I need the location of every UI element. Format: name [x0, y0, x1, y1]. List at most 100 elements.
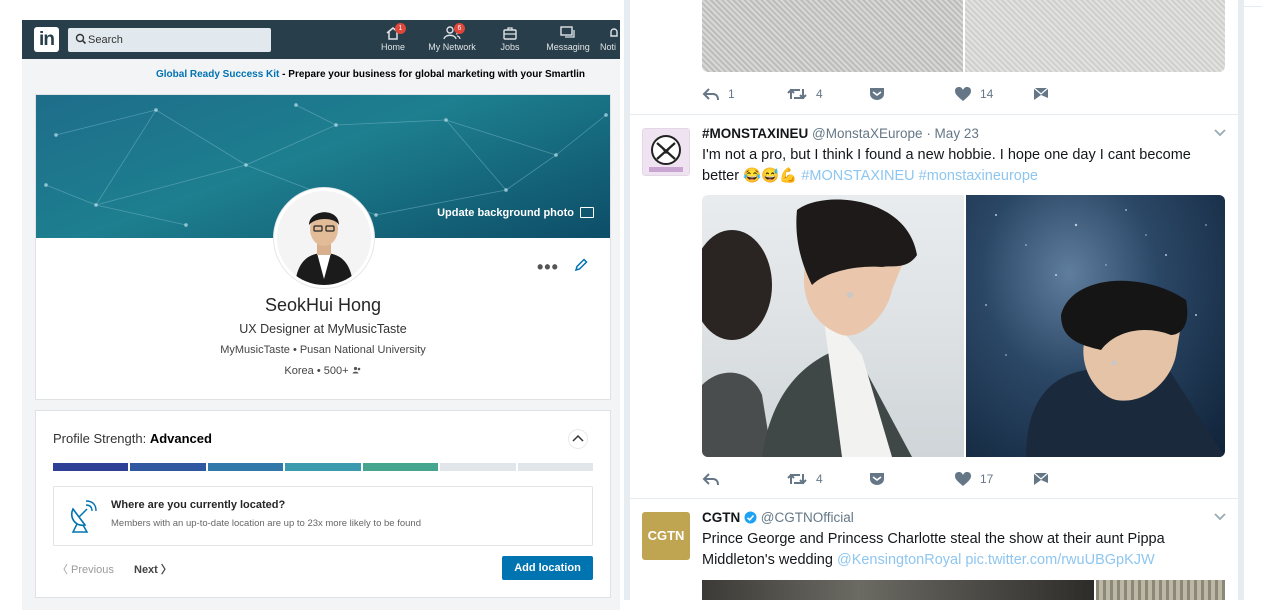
reply-button[interactable] [702, 469, 720, 489]
avatar[interactable] [274, 188, 374, 288]
network-badge: 6 [454, 23, 465, 34]
location-question: Where are you currently located? [111, 499, 286, 511]
tweet-hashtags[interactable]: #MONSTAXINEU #monstaxineurope [801, 168, 1038, 184]
tweet-handle[interactable]: @CGTNOfficial [761, 510, 854, 525]
avatar[interactable]: CGTN [642, 512, 690, 560]
briefcase-icon [503, 27, 517, 40]
strength-segment-filled [130, 463, 206, 471]
media-image [1096, 580, 1225, 600]
location-prompt: Where are you currently located? Members… [53, 486, 593, 546]
reply-icon [702, 88, 719, 101]
tweet-actions: 4 17 [702, 469, 1122, 489]
profile-strength-meter [53, 463, 593, 471]
profile-strength-label: Profile Strength: [53, 431, 150, 446]
retweet-icon [787, 473, 807, 485]
next-button[interactable]: Next 〉 [134, 561, 172, 577]
search-box[interactable] [68, 28, 271, 52]
strength-segment-filled [362, 463, 439, 471]
profile-education: MyMusicTaste • Pusan National University [220, 344, 426, 356]
search-icon [75, 33, 87, 45]
nav-network-label: My Network [428, 42, 476, 52]
like-button[interactable]: 14 [954, 84, 993, 104]
direct-message-button[interactable] [1032, 469, 1050, 489]
retweet-button[interactable]: 4 [786, 469, 823, 489]
tweet-text: Prince George and Princess Charlotte ste… [702, 529, 1212, 570]
retweet-button[interactable]: 4 [786, 84, 823, 104]
profile-location: Korea • 500+ [36, 365, 610, 377]
nav-notifications[interactable]: Noti [600, 23, 620, 57]
strength-segment-empty [440, 463, 516, 471]
location-question-sub: Members with an up-to-date location are … [111, 518, 421, 529]
portrait-photo [702, 199, 917, 457]
nav-home[interactable]: 1 Home [374, 23, 412, 57]
search-input[interactable] [88, 31, 264, 49]
like-count: 14 [980, 87, 994, 101]
heart-icon [955, 87, 971, 101]
nav-jobs[interactable]: Jobs [494, 23, 526, 57]
strength-segment-filled [53, 463, 129, 471]
tweet-header: #MONSTAXINEU @MonstaXEurope · May 23 [702, 126, 979, 141]
media-photo-right [966, 195, 1225, 457]
previous-button[interactable]: 〈 Previous [57, 561, 114, 577]
chevron-down-icon[interactable] [1213, 512, 1227, 522]
screenshot-collage: in 1 Home 6 My Network Jobs Messag [0, 0, 1262, 616]
profile-strength-card: Profile Strength: Advanced Where are you… [35, 410, 611, 598]
retweet-count: 4 [816, 87, 823, 101]
like-count: 17 [980, 472, 994, 486]
nav-messaging[interactable]: Messaging [544, 23, 592, 57]
tweet-author-name[interactable]: CGTN [702, 510, 740, 525]
notifications-icon [610, 28, 618, 37]
nav-messaging-label: Messaging [546, 42, 590, 52]
promo-banner: Global Ready Success Kit - Prepare your … [22, 69, 620, 80]
add-location-button[interactable]: Add location [502, 556, 593, 580]
tweet-handle[interactable]: @MonstaXEurope [812, 126, 923, 141]
linkedin-logo[interactable]: in [34, 27, 59, 52]
bookmark-icon [870, 88, 884, 100]
tweet-emoji: 😂😅💪 [743, 167, 798, 184]
media-image [702, 580, 1094, 600]
photo-icon [580, 207, 594, 218]
twitter-window: 1 4 14 #MONSTAXINEU @MonstaXEurope · May… [624, 0, 1244, 600]
profile-name: SeokHui Hong [264, 295, 382, 315]
reply-button[interactable]: 1 [702, 84, 735, 104]
previous-tweet-media[interactable] [702, 0, 1225, 72]
messaging-icon [560, 26, 575, 38]
tweet-media[interactable] [702, 580, 1225, 600]
direct-message-button[interactable] [1032, 84, 1050, 104]
tweet-divider [630, 498, 1238, 499]
tweet-divider [630, 114, 1238, 115]
tweet-date[interactable]: · May 23 [926, 126, 979, 141]
nav-jobs-label: Jobs [500, 42, 520, 52]
tweet-header: CGTN @CGTNOfficial [702, 510, 854, 525]
update-background-button[interactable]: Update background photo [437, 207, 594, 219]
profile-photo [277, 191, 371, 285]
promo-link[interactable]: Global Ready Success Kit [156, 69, 279, 80]
chevron-down-icon[interactable] [1213, 128, 1227, 138]
save-button[interactable] [868, 469, 886, 489]
save-button[interactable] [868, 84, 886, 104]
home-badge: 1 [395, 23, 406, 34]
profile-strength-title: Profile Strength: Advanced [53, 431, 212, 446]
strength-segment-filled [207, 463, 284, 471]
like-button[interactable]: 17 [954, 469, 993, 489]
more-options-button[interactable]: ••• [537, 257, 559, 278]
tweet-author-name[interactable]: #MONSTAXINEU [702, 126, 808, 141]
galaxy-portrait-photo [985, 209, 1225, 457]
bookmark-icon [870, 473, 884, 485]
update-background-label: Update background photo [437, 207, 574, 219]
tweet-links[interactable]: @KensingtonRoyal pic.twitter.com/rwuUBGp… [837, 552, 1155, 568]
chevron-up-icon[interactable] [568, 429, 588, 449]
reply-icon [702, 473, 719, 486]
strength-segment-filled [285, 463, 361, 471]
profile-strength-level: Advanced [149, 431, 212, 446]
retweet-count: 4 [816, 472, 823, 486]
tweet-media[interactable] [702, 195, 1225, 457]
nav-my-network[interactable]: 6 My Network [424, 23, 480, 57]
connections-icon [352, 366, 360, 374]
envelope-icon [1033, 472, 1049, 485]
retweet-icon [787, 88, 807, 100]
pencil-icon[interactable] [573, 257, 589, 273]
envelope-icon [1033, 87, 1049, 100]
avatar[interactable] [642, 128, 690, 176]
previous-tweet-actions: 1 4 14 [702, 84, 1122, 104]
